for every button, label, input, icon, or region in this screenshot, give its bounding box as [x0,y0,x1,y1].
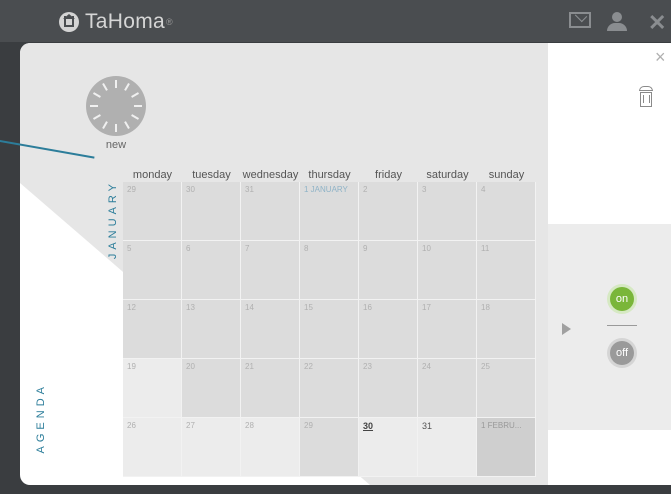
calendar-panel: new JANUARY AGENDA monday tuesday wednes… [20,43,671,485]
home-icon [59,12,79,32]
calendar-day[interactable]: 24 [418,359,477,418]
calendar-day[interactable]: 15 [300,300,359,359]
calendar-day[interactable]: 28 [241,418,300,477]
calendar-day[interactable]: 9 [359,241,418,300]
day-header: saturday [426,169,469,181]
top-bar: TaHoma ® ✕ [0,0,671,42]
agenda-tab[interactable]: AGENDA [34,383,47,454]
divider [607,325,637,326]
calendar-day[interactable]: 29 [123,182,182,241]
registered-mark: ® [166,17,173,27]
calendar-day[interactable]: 1 FEBRU... [477,418,536,477]
calendar-day[interactable]: 8 [300,241,359,300]
day-header: wednesday [242,169,299,181]
user-icon[interactable] [606,12,628,32]
month-label: JANUARY [106,180,119,260]
calendar-day[interactable]: 3 [418,182,477,241]
calendar-day[interactable]: 21 [241,359,300,418]
calendar-day[interactable]: 10 [418,241,477,300]
calendar-grid: 29 30 31 1 JANUARY 2 3 4 5 6 7 8 9 10 11… [123,182,537,478]
day-header: friday [375,169,402,181]
logo[interactable]: TaHoma ® [59,10,173,34]
calendar-day[interactable]: 30 [182,182,241,241]
calendar-day[interactable]: 31 [241,182,300,241]
calendar-day[interactable]: 4 [477,182,536,241]
calendar-day[interactable]: 19 [123,359,182,418]
calendar-day[interactable]: 18 [477,300,536,359]
calendar-day[interactable]: 7 [241,241,300,300]
calendar-day[interactable]: 20 [182,359,241,418]
calendar-day[interactable]: 11 [477,241,536,300]
day-header: thursday [308,169,351,181]
calendar-day[interactable]: 25 [477,359,536,418]
calendar-day[interactable]: 26 [123,418,182,477]
agenda-label-text: AGENDA [35,383,47,454]
close-app-icon[interactable]: ✕ [648,10,666,36]
calendar-day[interactable]: 23 [359,359,418,418]
play-arrow-icon[interactable] [562,323,571,335]
day-header: tuesday [192,169,231,181]
on-button[interactable]: on [610,287,634,311]
trash-icon[interactable] [639,86,653,108]
calendar-day[interactable]: 22 [300,359,359,418]
day-header: sunday [488,169,525,181]
day-header: monday [132,169,173,181]
new-clock-icon[interactable] [86,76,146,136]
calendar-day[interactable]: 12 [123,300,182,359]
mail-icon[interactable] [569,12,591,28]
close-panel-button[interactable]: × [655,47,671,68]
calendar-day[interactable]: 2 [359,182,418,241]
calendar-day[interactable]: 5 [123,241,182,300]
calendar-day[interactable]: 6 [182,241,241,300]
calendar-day[interactable]: 29 [300,418,359,477]
off-button[interactable]: off [610,341,634,365]
on-off-panel: on off [548,224,671,430]
calendar-day[interactable]: 1 JANUARY [300,182,359,241]
calendar-day[interactable]: 27 [182,418,241,477]
month-label-text: JANUARY [107,180,119,260]
calendar-day-today[interactable]: 30 [359,418,418,477]
new-label: new [105,139,127,151]
calendar-day[interactable]: 14 [241,300,300,359]
calendar-day[interactable]: 17 [418,300,477,359]
calendar-day[interactable]: 16 [359,300,418,359]
calendar-day[interactable]: 13 [182,300,241,359]
logo-text: TaHoma [85,10,165,33]
calendar-day[interactable]: 31 [418,418,477,477]
